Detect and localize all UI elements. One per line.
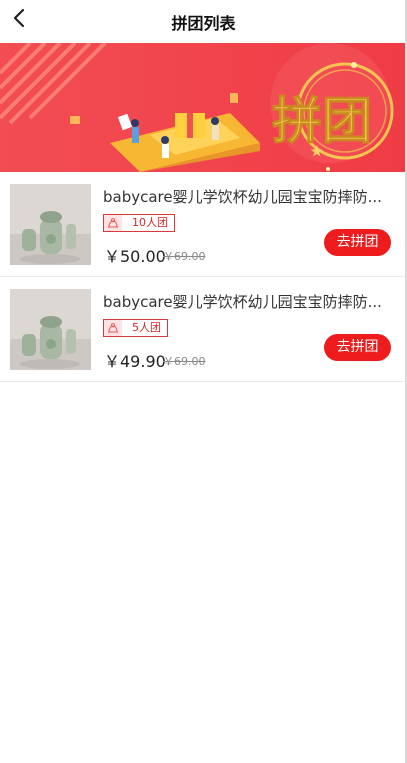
promo-banner[interactable]: 拼团 [0,43,407,172]
join-group-button[interactable]: 去拼团 [324,229,391,256]
group-size-label: 5人团 [132,321,161,334]
original-price: ￥69.00 [163,355,206,368]
product-name[interactable]: babycare婴儿学饮杯幼儿园宝宝防摔防... [103,186,398,207]
banner-text: 拼团 [272,92,372,150]
original-price: ￥69.00 [163,250,206,263]
group-icon [104,320,122,336]
product-image [10,184,91,265]
group-price: ￥49.90 [104,352,166,371]
group-size-label: 10人团 [132,216,168,229]
top-bar: 拼团列表 [0,0,407,43]
product-image [10,289,91,370]
group-size-badge: 5人团 [103,319,168,337]
group-icon [104,215,122,231]
page-title: 拼团列表 [171,14,236,33]
list-item[interactable]: babycare婴儿学饮杯幼儿园宝宝防摔防... 10人团 ￥50.00 ￥69… [0,172,407,277]
list-item[interactable]: babycare婴儿学饮杯幼儿园宝宝防摔防... 5人团 ￥49.90 ￥69.… [0,277,407,382]
product-name[interactable]: babycare婴儿学饮杯幼儿园宝宝防摔防... [103,291,398,312]
join-group-button[interactable]: 去拼团 [324,334,391,361]
group-buy-list: babycare婴儿学饮杯幼儿园宝宝防摔防... 10人团 ￥50.00 ￥69… [0,172,407,382]
group-size-badge: 10人团 [103,214,175,232]
group-price: ￥50.00 [104,247,166,266]
banner-illustration: 拼团 [0,43,407,172]
